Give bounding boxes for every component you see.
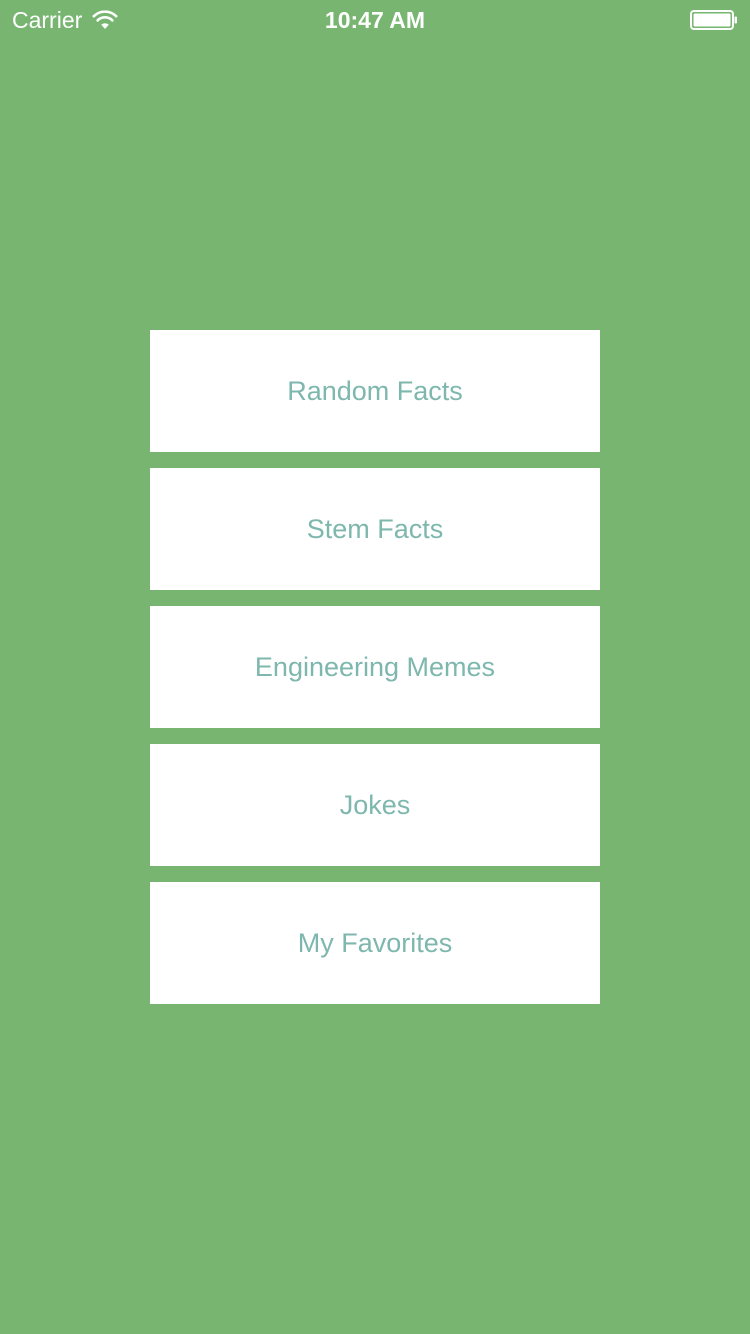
status-time: 10:47 AM <box>324 7 426 33</box>
my-favorites-button[interactable]: My Favorites <box>150 882 600 1004</box>
stem-facts-button[interactable]: Stem Facts <box>150 468 600 590</box>
random-facts-button[interactable]: Random Facts <box>150 330 600 452</box>
jokes-button[interactable]: Jokes <box>150 744 600 866</box>
main-menu: Random Facts Stem Facts Engineering Meme… <box>150 330 600 1004</box>
battery-icon <box>690 10 737 30</box>
engineering-memes-button[interactable]: Engineering Memes <box>150 606 600 728</box>
status-bar: Carrier 10:47 AM <box>0 0 750 40</box>
